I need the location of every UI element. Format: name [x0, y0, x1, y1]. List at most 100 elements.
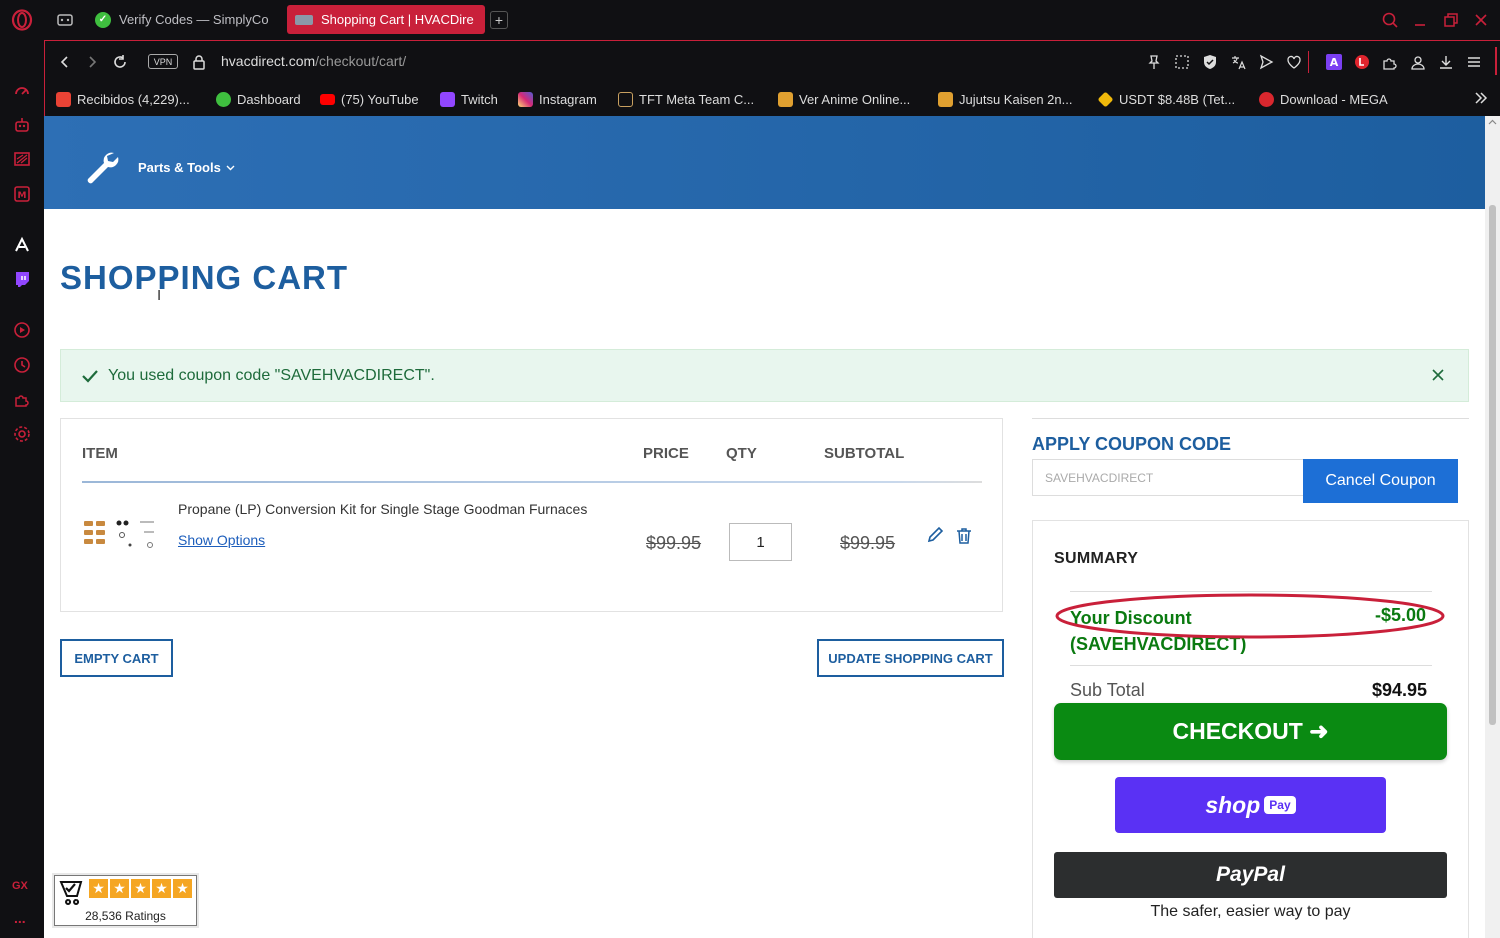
- ratings-badge[interactable]: ★ ★ ★ ★ ★ 28,536 Ratings: [54, 875, 197, 926]
- tab-verify-codes[interactable]: ✓ Verify Codes — SimplyCo: [87, 5, 277, 34]
- edit-pencil-icon[interactable]: [926, 526, 944, 549]
- extensions-icon[interactable]: [1381, 53, 1399, 71]
- sidebar-more-icon[interactable]: ...: [14, 910, 26, 926]
- bookmark-label: Recibidos (4,229)...: [77, 91, 190, 107]
- download-icon[interactable]: [1437, 53, 1455, 71]
- show-options-link[interactable]: Show Options: [178, 532, 265, 548]
- shoppay-badge: Pay: [1264, 796, 1296, 814]
- easy-setup-icon[interactable]: [1465, 53, 1483, 71]
- coupon-code-input[interactable]: [1032, 459, 1304, 496]
- bookmark-anime[interactable]: Ver Anime Online...: [778, 89, 910, 109]
- snapshot-icon[interactable]: [1173, 53, 1191, 71]
- product-price: $99.95: [646, 533, 702, 553]
- scroll-up-icon[interactable]: [1488, 119, 1497, 125]
- settings-icon[interactable]: [11, 423, 33, 445]
- bookmark-youtube[interactable]: (75) YouTube: [320, 89, 419, 109]
- apply-coupon-heading: APPLY COUPON CODE: [1032, 434, 1232, 454]
- tab-menu-icon[interactable]: [56, 12, 74, 28]
- dashboard-icon: [216, 91, 231, 107]
- site-header: Parts & Tools: [44, 116, 1485, 209]
- shoppay-logo: shop: [1205, 791, 1261, 818]
- tab-search-icon[interactable]: [1381, 11, 1399, 34]
- forward-icon[interactable]: [83, 53, 101, 71]
- close-alert-icon[interactable]: [1432, 369, 1444, 381]
- product-name[interactable]: Propane (LP) Conversion Kit for Single S…: [178, 501, 587, 517]
- url-domain: hvacdirect.com: [221, 53, 316, 69]
- bookmark-tft[interactable]: TFT Meta Team C...: [618, 89, 754, 109]
- bookmark-label: (75) YouTube: [341, 91, 419, 107]
- heart-icon[interactable]: [1285, 53, 1303, 71]
- toolbar-edge: [1495, 47, 1497, 75]
- profile-icon[interactable]: [1409, 53, 1427, 71]
- opera-logo-icon[interactable]: [11, 9, 33, 31]
- translate-icon[interactable]: [1229, 53, 1247, 71]
- scrollbar-thumb[interactable]: [1489, 205, 1496, 725]
- aria-ai-icon[interactable]: [11, 234, 33, 256]
- shop-pay-button[interactable]: shop Pay: [1115, 777, 1386, 833]
- tab-shopping-cart[interactable]: Shopping Cart | HVACDire: [287, 5, 485, 34]
- header-divider: [82, 481, 982, 483]
- page-title: SHOPPING CART: [60, 259, 349, 296]
- bookmark-dashboard[interactable]: Dashboard: [216, 89, 301, 109]
- twitch-icon: [440, 91, 455, 107]
- bookmark-instagram[interactable]: Instagram: [518, 89, 597, 109]
- bookmark-gmail[interactable]: Recibidos (4,229)...: [56, 89, 190, 109]
- bookmarks-overflow-icon[interactable]: [1473, 90, 1489, 111]
- news-icon[interactable]: [11, 148, 33, 170]
- player-icon[interactable]: [11, 319, 33, 341]
- close-window-icon[interactable]: [1472, 11, 1490, 34]
- svg-text:A: A: [1330, 56, 1339, 69]
- adblock-shield-icon[interactable]: [1201, 53, 1219, 71]
- header-item: ITEM: [82, 445, 118, 462]
- minimize-icon[interactable]: [1411, 11, 1429, 34]
- back-icon[interactable]: [56, 53, 74, 71]
- star-icon: ★: [173, 879, 192, 898]
- parts-tools-menu[interactable]: Parts & Tools: [138, 160, 235, 175]
- cancel-coupon-button[interactable]: Cancel Coupon: [1303, 459, 1458, 503]
- restore-icon[interactable]: [1442, 11, 1460, 34]
- subtotal-divider: [1070, 665, 1432, 666]
- bookmark-label: Twitch: [461, 91, 498, 107]
- hvacdirect-favicon-icon: [295, 14, 313, 25]
- aria-extension-icon[interactable]: A: [1325, 53, 1343, 71]
- pin-icon[interactable]: [1145, 53, 1163, 71]
- speed-dial-icon[interactable]: [11, 80, 33, 102]
- quantity-input[interactable]: [729, 523, 792, 561]
- checkout-button[interactable]: CHECKOUT ➜: [1054, 703, 1447, 760]
- bookmark-label: TFT Meta Team C...: [639, 91, 755, 107]
- paypal-tagline: The safer, easier way to pay: [1150, 903, 1351, 920]
- update-shopping-cart-button[interactable]: UPDATE SHOPPING CART: [817, 639, 1004, 677]
- tab-label: Verify Codes — SimplyCo: [119, 12, 269, 27]
- gmail-icon: [56, 91, 71, 107]
- vpn-badge[interactable]: VPN: [148, 54, 178, 69]
- extensions-sidebar-icon[interactable]: [11, 388, 33, 410]
- mega-icon: [1259, 91, 1274, 107]
- red-extension-icon[interactable]: [1353, 53, 1371, 71]
- twitch-sidebar-icon[interactable]: [11, 268, 33, 290]
- url-field[interactable]: hvacdirect.com/checkout/cart/: [221, 53, 406, 69]
- header-qty: QTY: [726, 445, 757, 462]
- empty-cart-button[interactable]: EMPTY CART: [60, 639, 173, 677]
- bookmark-twitch[interactable]: Twitch: [440, 89, 498, 109]
- history-icon[interactable]: [11, 354, 33, 376]
- bookmark-label: Dashboard: [237, 91, 301, 107]
- browser-sidebar: M GX ...: [0, 0, 44, 938]
- new-tab-button[interactable]: +: [490, 11, 508, 29]
- trash-icon[interactable]: [956, 527, 972, 550]
- paypal-button[interactable]: PayPal: [1054, 852, 1447, 898]
- bookmark-mega[interactable]: Download - MEGA: [1259, 89, 1388, 109]
- reload-icon[interactable]: [111, 53, 129, 71]
- bookmark-usdt[interactable]: USDT $8.48B (Tet...: [1097, 89, 1236, 109]
- binance-icon: [1097, 91, 1114, 107]
- gx-control-label[interactable]: GX: [12, 880, 28, 892]
- bookmark-jujutsu[interactable]: Jujutsu Kaisen 2n...: [938, 89, 1072, 109]
- gaming-bot-icon[interactable]: [11, 114, 33, 136]
- product-thumbnail[interactable]: [82, 517, 158, 555]
- header-price: PRICE: [643, 445, 689, 462]
- lock-icon[interactable]: [190, 53, 208, 71]
- send-icon[interactable]: [1257, 53, 1275, 71]
- wrench-logo-icon[interactable]: [84, 149, 120, 190]
- bookmark-label: USDT $8.48B (Tet...: [1119, 91, 1236, 107]
- messenger-icon[interactable]: M: [11, 183, 33, 205]
- checkmark-icon: [82, 369, 98, 383]
